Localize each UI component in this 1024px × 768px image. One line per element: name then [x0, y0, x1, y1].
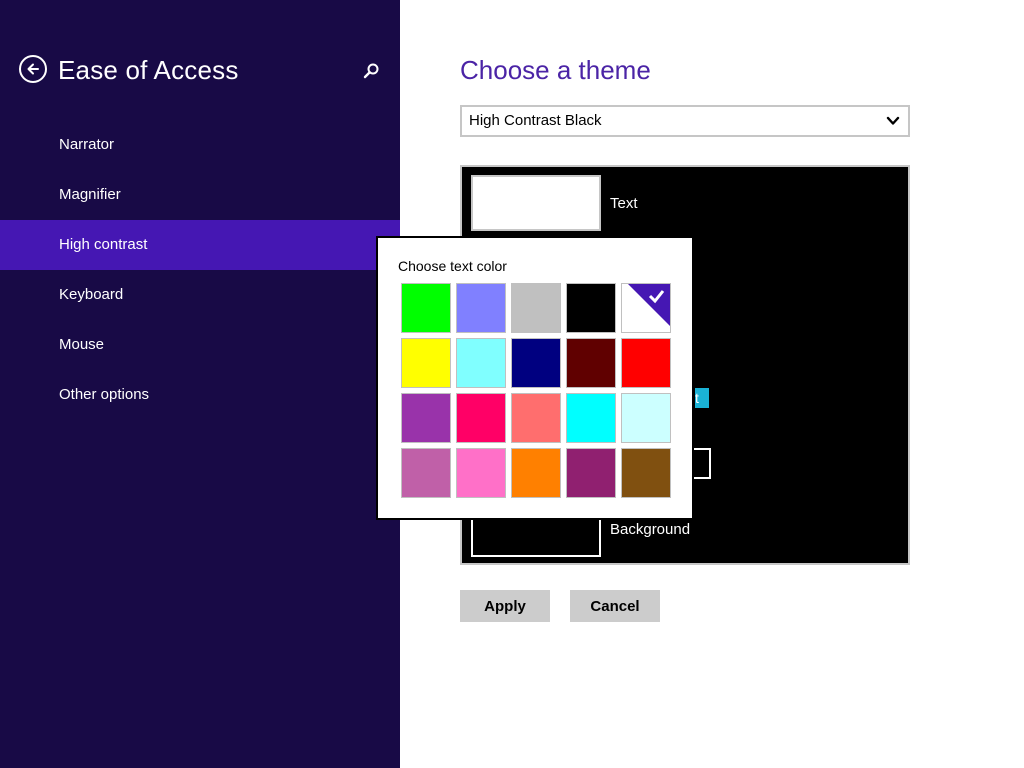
text-color-swatch[interactable] [471, 175, 601, 231]
nav-list: Narrator Magnifier High contrast Keyboar… [0, 120, 400, 420]
color-swatch[interactable] [401, 338, 451, 388]
sidebar-title: Ease of Access [58, 55, 239, 85]
cancel-button[interactable]: Cancel [570, 590, 660, 622]
color-swatch[interactable] [511, 338, 561, 388]
color-swatch[interactable] [621, 338, 671, 388]
color-swatch[interactable] [621, 393, 671, 443]
color-swatch[interactable] [621, 448, 671, 498]
color-swatch[interactable] [401, 283, 451, 333]
back-arrow-icon [27, 63, 39, 75]
nav-item-mouse[interactable]: Mouse [0, 320, 400, 370]
color-swatch[interactable] [511, 393, 561, 443]
search-button[interactable] [360, 60, 382, 82]
background-color-label: Background [610, 521, 691, 538]
highlighted-text-sample: t [695, 388, 709, 408]
color-swatch[interactable] [566, 338, 616, 388]
theme-dropdown[interactable]: High Contrast Black [460, 105, 910, 137]
back-button[interactable] [19, 55, 47, 83]
color-swatch[interactable] [456, 448, 506, 498]
search-icon [363, 63, 379, 79]
color-swatch[interactable] [401, 448, 451, 498]
button-text-sample [691, 448, 711, 479]
nav-item-narrator[interactable]: Narrator [0, 120, 400, 170]
nav-item-magnifier[interactable]: Magnifier [0, 170, 400, 220]
apply-button[interactable]: Apply [460, 590, 550, 622]
color-swatch[interactable] [566, 393, 616, 443]
nav-item-other-options[interactable]: Other options [0, 370, 400, 420]
theme-dropdown-value: High Contrast Black [469, 112, 602, 129]
sidebar: Ease of Access Narrator Magnifier High c… [0, 0, 400, 768]
nav-item-keyboard[interactable]: Keyboard [0, 270, 400, 320]
color-picker-flyout: Choose text color [376, 236, 694, 520]
color-swatch[interactable] [511, 283, 561, 333]
color-swatch[interactable] [566, 448, 616, 498]
color-grid [401, 283, 671, 498]
page-title: Choose a theme [460, 55, 651, 85]
color-swatch[interactable] [566, 283, 616, 333]
nav-item-high-contrast[interactable]: High contrast [0, 220, 400, 270]
color-swatch-selected[interactable] [621, 283, 671, 333]
text-color-label: Text [610, 195, 638, 212]
color-swatch[interactable] [456, 338, 506, 388]
color-swatch[interactable] [456, 283, 506, 333]
color-swatch[interactable] [456, 393, 506, 443]
chevron-down-icon [886, 116, 900, 125]
checkmark-icon [622, 284, 670, 332]
color-swatch[interactable] [511, 448, 561, 498]
color-swatch[interactable] [401, 393, 451, 443]
color-picker-title: Choose text color [398, 258, 507, 274]
